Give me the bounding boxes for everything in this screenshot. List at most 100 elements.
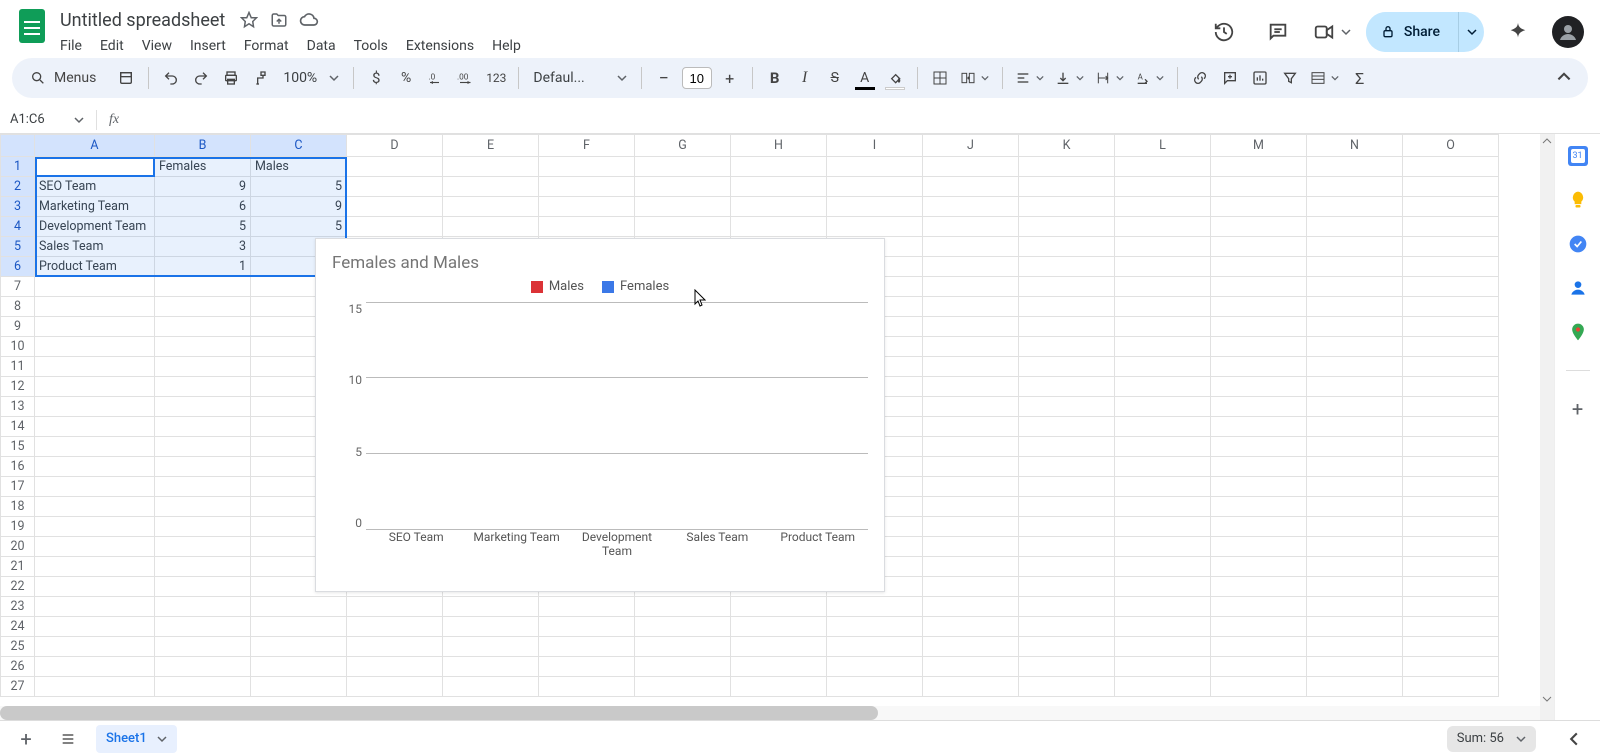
- cell-F27[interactable]: [539, 677, 635, 697]
- cell-E23[interactable]: [443, 597, 539, 617]
- name-box[interactable]: A1:C6: [10, 112, 90, 127]
- functions-button[interactable]: Σ: [1346, 64, 1374, 92]
- cell-N4[interactable]: [1307, 217, 1403, 237]
- cell-M23[interactable]: [1211, 597, 1307, 617]
- cell-E25[interactable]: [443, 637, 539, 657]
- cell-O7[interactable]: [1403, 277, 1499, 297]
- cell-L17[interactable]: [1115, 477, 1211, 497]
- cell-N7[interactable]: [1307, 277, 1403, 297]
- cell-M15[interactable]: [1211, 437, 1307, 457]
- cell-A26[interactable]: [35, 657, 155, 677]
- cell-D25[interactable]: [347, 637, 443, 657]
- font-size-input[interactable]: [682, 67, 712, 89]
- cell-A5[interactable]: Sales Team: [35, 237, 155, 257]
- cell-M7[interactable]: [1211, 277, 1307, 297]
- cell-H25[interactable]: [731, 637, 827, 657]
- print-button[interactable]: [217, 64, 245, 92]
- cell-G25[interactable]: [635, 637, 731, 657]
- maps-addon-icon[interactable]: [1568, 322, 1588, 342]
- cell-K19[interactable]: [1019, 517, 1115, 537]
- cell-O23[interactable]: [1403, 597, 1499, 617]
- cell-B16[interactable]: [155, 457, 251, 477]
- history-icon[interactable]: [1204, 12, 1244, 52]
- cell-M19[interactable]: [1211, 517, 1307, 537]
- menu-file[interactable]: File: [52, 36, 90, 56]
- cell-H26[interactable]: [731, 657, 827, 677]
- cell-O2[interactable]: [1403, 177, 1499, 197]
- cell-O25[interactable]: [1403, 637, 1499, 657]
- cell-B15[interactable]: [155, 437, 251, 457]
- cell-K27[interactable]: [1019, 677, 1115, 697]
- cell-B7[interactable]: [155, 277, 251, 297]
- contacts-addon-icon[interactable]: [1568, 278, 1588, 298]
- cell-E27[interactable]: [443, 677, 539, 697]
- row-header-9[interactable]: 9: [1, 317, 35, 337]
- cell-K12[interactable]: [1019, 377, 1115, 397]
- col-header-F[interactable]: F: [539, 135, 635, 157]
- cell-B9[interactable]: [155, 317, 251, 337]
- cell-C4[interactable]: 5: [251, 217, 347, 237]
- chart[interactable]: Females and Males Males Females 151050 S…: [315, 238, 885, 592]
- col-header-A[interactable]: A: [35, 135, 155, 157]
- cell-N20[interactable]: [1307, 537, 1403, 557]
- cell-A18[interactable]: [35, 497, 155, 517]
- cell-J8[interactable]: [923, 297, 1019, 317]
- row-header-16[interactable]: 16: [1, 457, 35, 477]
- cell-C27[interactable]: [251, 677, 347, 697]
- cell-K10[interactable]: [1019, 337, 1115, 357]
- cell-M20[interactable]: [1211, 537, 1307, 557]
- cell-J21[interactable]: [923, 557, 1019, 577]
- cell-B1[interactable]: Females: [155, 157, 251, 177]
- increase-font-button[interactable]: +: [716, 64, 744, 92]
- row-header-2[interactable]: 2: [1, 177, 35, 197]
- row-header-27[interactable]: 27: [1, 677, 35, 697]
- row-header-18[interactable]: 18: [1, 497, 35, 517]
- cell-J15[interactable]: [923, 437, 1019, 457]
- cell-K4[interactable]: [1019, 217, 1115, 237]
- insert-chart-button[interactable]: [1246, 64, 1274, 92]
- cell-J24[interactable]: [923, 617, 1019, 637]
- cell-L27[interactable]: [1115, 677, 1211, 697]
- cell-N10[interactable]: [1307, 337, 1403, 357]
- cell-C2[interactable]: 5: [251, 177, 347, 197]
- increase-decimal-button[interactable]: .00: [452, 64, 480, 92]
- all-sheets-button[interactable]: [54, 725, 82, 753]
- row-header-10[interactable]: 10: [1, 337, 35, 357]
- row-header-11[interactable]: 11: [1, 357, 35, 377]
- h-align-button[interactable]: [1011, 64, 1049, 92]
- cell-N22[interactable]: [1307, 577, 1403, 597]
- cell-B26[interactable]: [155, 657, 251, 677]
- cell-B27[interactable]: [155, 677, 251, 697]
- cell-M10[interactable]: [1211, 337, 1307, 357]
- cell-O1[interactable]: [1403, 157, 1499, 177]
- cell-C24[interactable]: [251, 617, 347, 637]
- cell-O20[interactable]: [1403, 537, 1499, 557]
- cell-A24[interactable]: [35, 617, 155, 637]
- v-align-button[interactable]: [1051, 64, 1089, 92]
- cell-F26[interactable]: [539, 657, 635, 677]
- cell-B17[interactable]: [155, 477, 251, 497]
- row-header-24[interactable]: 24: [1, 617, 35, 637]
- cell-M25[interactable]: [1211, 637, 1307, 657]
- cell-B10[interactable]: [155, 337, 251, 357]
- cell-L2[interactable]: [1115, 177, 1211, 197]
- menu-data[interactable]: Data: [299, 36, 344, 56]
- cell-L16[interactable]: [1115, 457, 1211, 477]
- cell-J1[interactable]: [923, 157, 1019, 177]
- row-header-6[interactable]: 6: [1, 257, 35, 277]
- cell-M6[interactable]: [1211, 257, 1307, 277]
- cell-D23[interactable]: [347, 597, 443, 617]
- text-rotation-button[interactable]: A: [1131, 64, 1169, 92]
- row-header-23[interactable]: 23: [1, 597, 35, 617]
- side-panel-toggle[interactable]: [1560, 725, 1588, 753]
- cell-J9[interactable]: [923, 317, 1019, 337]
- cell-G26[interactable]: [635, 657, 731, 677]
- cell-I3[interactable]: [827, 197, 923, 217]
- tasks-addon-icon[interactable]: [1568, 234, 1588, 254]
- cell-J27[interactable]: [923, 677, 1019, 697]
- more-formats-button[interactable]: 123: [482, 64, 510, 92]
- cell-K6[interactable]: [1019, 257, 1115, 277]
- cell-K26[interactable]: [1019, 657, 1115, 677]
- cell-G4[interactable]: [635, 217, 731, 237]
- cell-M1[interactable]: [1211, 157, 1307, 177]
